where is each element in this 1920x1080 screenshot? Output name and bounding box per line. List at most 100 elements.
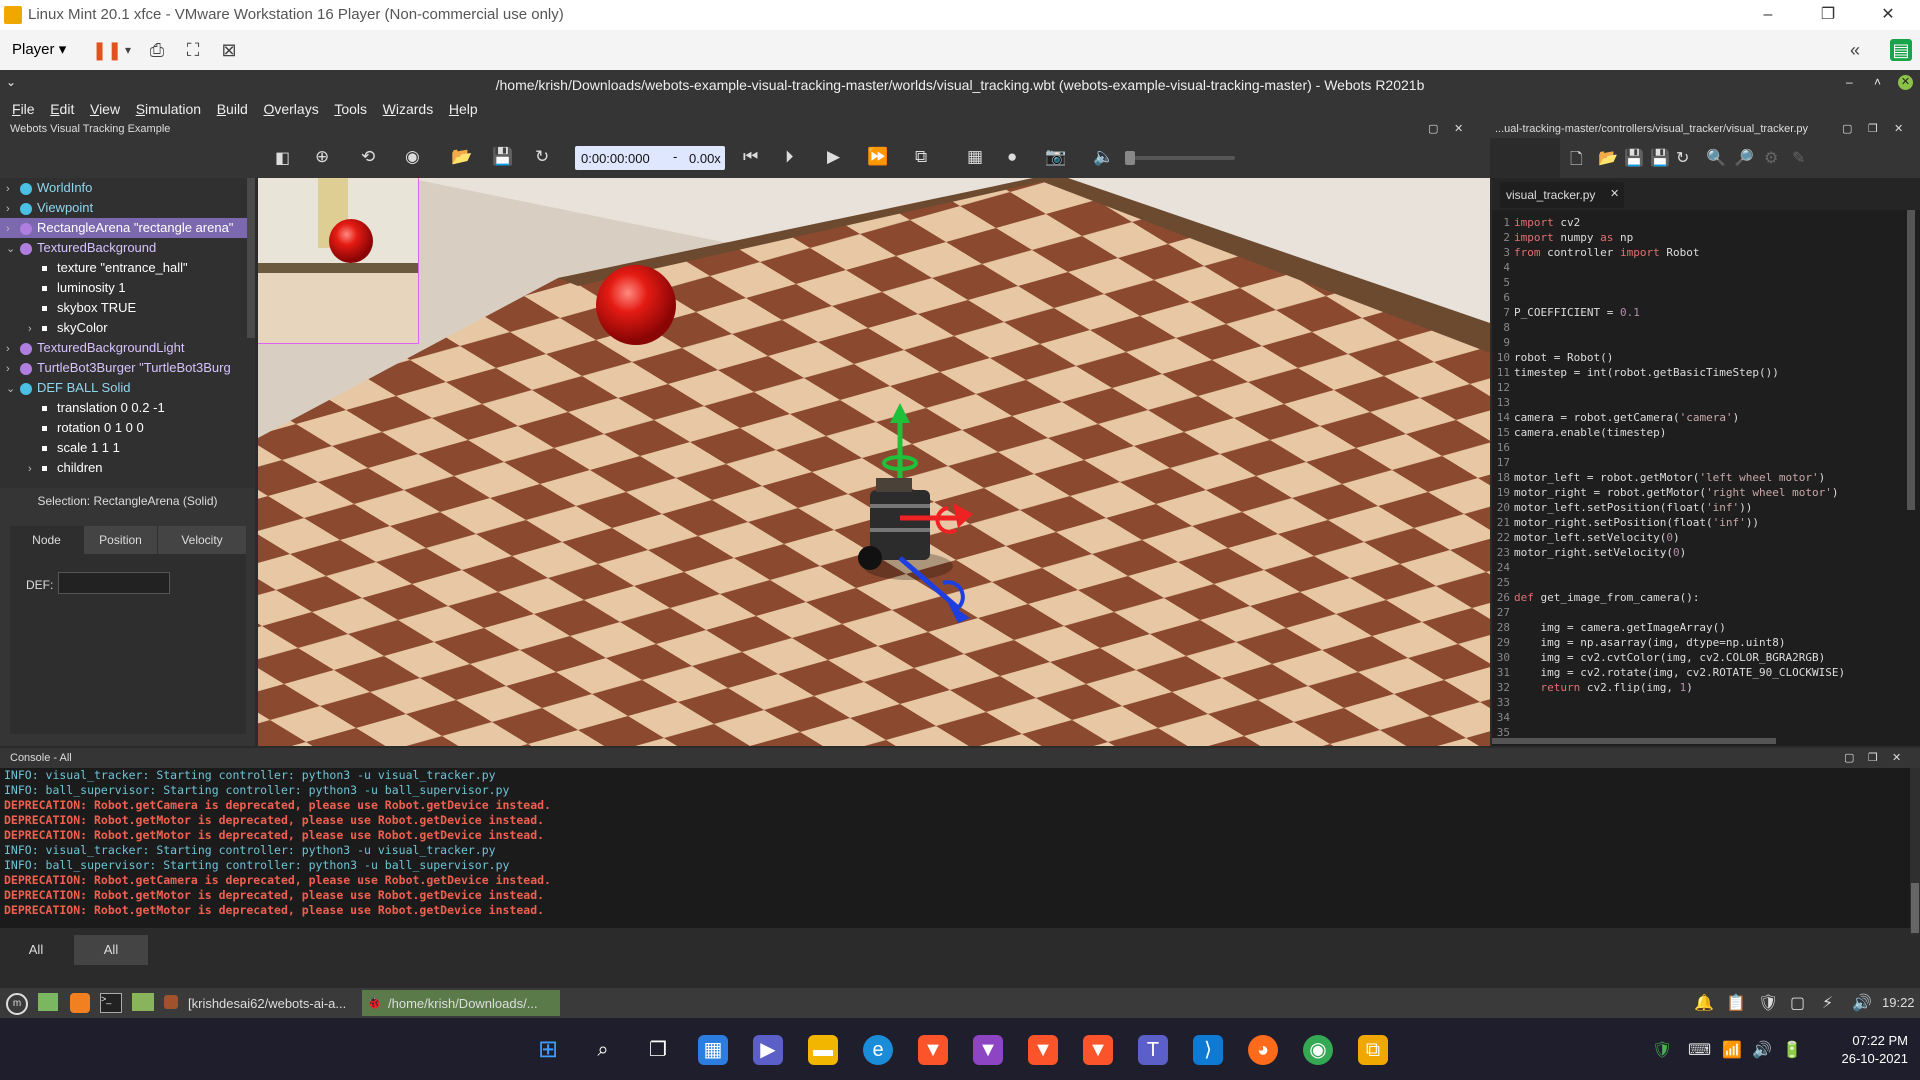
- unity-icon[interactable]: ⊠: [218, 39, 240, 61]
- tree-item[interactable]: › WorldInfo: [0, 178, 255, 198]
- tree-item[interactable]: translation 0 0.2 -1: [0, 398, 255, 418]
- tree-expand-icon[interactable]: ⌄: [6, 379, 20, 399]
- red-ball[interactable]: [596, 265, 676, 345]
- security-tray-icon[interactable]: 🛡: [1652, 1040, 1672, 1060]
- reload-world-icon[interactable]: ↻: [535, 147, 549, 167]
- code-area[interactable]: 1 import cv2 2 import numpy as np 3 from cont…: [1492, 215, 1912, 740]
- brave-icon-4[interactable]: ▼: [1083, 1035, 1113, 1065]
- library-icon[interactable]: ▤: [1890, 39, 1912, 61]
- 3d-viewport[interactable]: [258, 178, 1490, 746]
- replace-icon[interactable]: 🔎: [1734, 148, 1754, 168]
- play-icon[interactable]: ▶: [827, 147, 840, 167]
- editor-tab[interactable]: visual_tracker.py ✕: [1500, 182, 1624, 208]
- windows-start-icon[interactable]: ⊞: [533, 1035, 563, 1065]
- tree-item[interactable]: scale 1 1 1: [0, 438, 255, 458]
- search-icon[interactable]: ⌕: [588, 1035, 618, 1065]
- show-desktop-icon[interactable]: [38, 993, 58, 1011]
- console-tab-all-2[interactable]: All: [74, 935, 148, 965]
- reset-simulation-icon[interactable]: ⏮: [743, 147, 758, 167]
- speaker-icon[interactable]: 🔊: [1752, 1040, 1772, 1060]
- tree-expand-icon[interactable]: ›: [6, 219, 20, 239]
- editor-tab-close-icon[interactable]: ✕: [1610, 187, 1619, 200]
- scene-close-icon[interactable]: ✕: [1454, 122, 1463, 135]
- tree-item[interactable]: texture "entrance_hall": [0, 258, 255, 278]
- tree-expand-icon[interactable]: ›: [6, 339, 20, 359]
- tree-expand-icon[interactable]: ›: [6, 199, 20, 219]
- shield-icon[interactable]: 🛡: [1758, 993, 1778, 1013]
- brave-icon-1[interactable]: ▼: [918, 1035, 948, 1065]
- pause-dropdown-icon[interactable]: ▾: [117, 39, 139, 61]
- clean-icon[interactable]: ✎: [1792, 148, 1805, 168]
- teams-icon[interactable]: T: [1138, 1035, 1168, 1065]
- new-file-icon[interactable]: 🗋: [1570, 148, 1583, 175]
- build-icon[interactable]: ⚙: [1764, 148, 1778, 168]
- volume-slider[interactable]: [1125, 151, 1235, 165]
- editor-float-icon[interactable]: ❐: [1868, 122, 1878, 135]
- keyboard-tray-icon[interactable]: ⌨: [1688, 1040, 1711, 1060]
- power-icon[interactable]: ⚡: [1822, 993, 1833, 1013]
- tab-node[interactable]: Node: [10, 526, 83, 554]
- console-min-icon[interactable]: ▢: [1844, 751, 1854, 764]
- wb-maximize-icon[interactable]: ˄: [1874, 75, 1881, 89]
- tree-item[interactable]: › Viewpoint: [0, 198, 255, 218]
- volume-tray-icon[interactable]: 🔊: [1852, 993, 1872, 1013]
- find-icon[interactable]: 🔍: [1706, 148, 1726, 168]
- console-tab-all-1[interactable]: All: [0, 935, 72, 965]
- editor-close-icon[interactable]: ✕: [1894, 122, 1903, 135]
- restore-button[interactable]: ❐: [1808, 3, 1848, 27]
- tree-expand-icon[interactable]: ⌄: [6, 239, 20, 259]
- menu-file[interactable]: File: [12, 101, 35, 117]
- widgets-icon[interactable]: ▦: [698, 1035, 728, 1065]
- collapse-icon[interactable]: «: [1844, 39, 1866, 61]
- close-button[interactable]: ✕: [1868, 3, 1908, 27]
- windows-clock[interactable]: 07:22 PM 26-10-2021: [1818, 1032, 1909, 1068]
- notifications-icon[interactable]: 🔔: [1694, 993, 1714, 1013]
- mint-menu-icon[interactable]: m: [6, 993, 28, 1015]
- def-input[interactable]: [58, 572, 170, 594]
- rendering-icon[interactable]: ⧉: [915, 147, 927, 167]
- removable-drive-icon[interactable]: ▢: [1790, 993, 1805, 1013]
- terminal-icon[interactable]: >_: [100, 993, 122, 1013]
- teams-chat-icon[interactable]: ▶: [753, 1035, 783, 1065]
- tree-item[interactable]: › children: [0, 458, 255, 478]
- edge-icon[interactable]: e: [863, 1035, 893, 1065]
- files-icon[interactable]: [132, 993, 154, 1011]
- minimize-button[interactable]: –: [1748, 3, 1788, 27]
- vscode-icon[interactable]: ⟩: [1193, 1035, 1223, 1065]
- menu-view[interactable]: View: [90, 101, 120, 117]
- menu-help[interactable]: Help: [449, 101, 478, 117]
- tree-item[interactable]: › TurtleBot3Burger "TurtleBot3Burg: [0, 358, 255, 378]
- clipboard-icon[interactable]: 📋: [1726, 993, 1746, 1013]
- tree-item[interactable]: › skyColor: [0, 318, 255, 338]
- record-icon[interactable]: ●: [1007, 147, 1017, 167]
- brave-icon-3[interactable]: ▼: [1028, 1035, 1058, 1065]
- menu-simulation[interactable]: Simulation: [136, 101, 201, 117]
- tree-item[interactable]: ⌄ TexturedBackground: [0, 238, 255, 258]
- tree-expand-icon[interactable]: ›: [28, 459, 42, 479]
- tree-expand-icon[interactable]: ›: [28, 319, 42, 339]
- revert-icon[interactable]: ↻: [1676, 148, 1689, 168]
- tree-scrollbar[interactable]: [247, 178, 255, 338]
- taskbar-item-browser[interactable]: [krishdesai62/webots-ai-a...: [160, 990, 360, 1016]
- console-output[interactable]: INFO: visual_tracker: Starting controlle…: [0, 768, 1910, 928]
- reset-view-icon[interactable]: ⟲: [361, 147, 375, 167]
- scene-float-icon[interactable]: ▢: [1428, 122, 1438, 135]
- fullscreen-icon[interactable]: ⛶: [182, 39, 204, 61]
- tree-item[interactable]: luminosity 1: [0, 278, 255, 298]
- console-float-icon[interactable]: ❐: [1868, 751, 1878, 764]
- tree-item[interactable]: › TexturedBackgroundLight: [0, 338, 255, 358]
- toggle-scene-tree-icon[interactable]: ◧: [275, 148, 290, 168]
- screenshot-icon[interactable]: 📷: [1045, 147, 1066, 167]
- send-ctrl-alt-del-icon[interactable]: ⎙: [146, 39, 168, 61]
- tab-position[interactable]: Position: [84, 526, 157, 554]
- open-world-icon[interactable]: 📂: [451, 147, 472, 167]
- wb-minimize-icon[interactable]: –: [1846, 75, 1853, 89]
- firefox-icon[interactable]: ◕: [1248, 1035, 1278, 1065]
- tab-velocity[interactable]: Velocity: [158, 526, 246, 554]
- tree-expand-icon[interactable]: ›: [6, 179, 20, 199]
- step-icon[interactable]: ⏵: [785, 147, 794, 167]
- save-world-icon[interactable]: 💾: [492, 147, 513, 167]
- menu-wizards[interactable]: Wizards: [383, 101, 434, 117]
- save-all-icon[interactable]: 💾: [1650, 148, 1670, 168]
- vmware-icon[interactable]: ⧉: [1358, 1035, 1388, 1065]
